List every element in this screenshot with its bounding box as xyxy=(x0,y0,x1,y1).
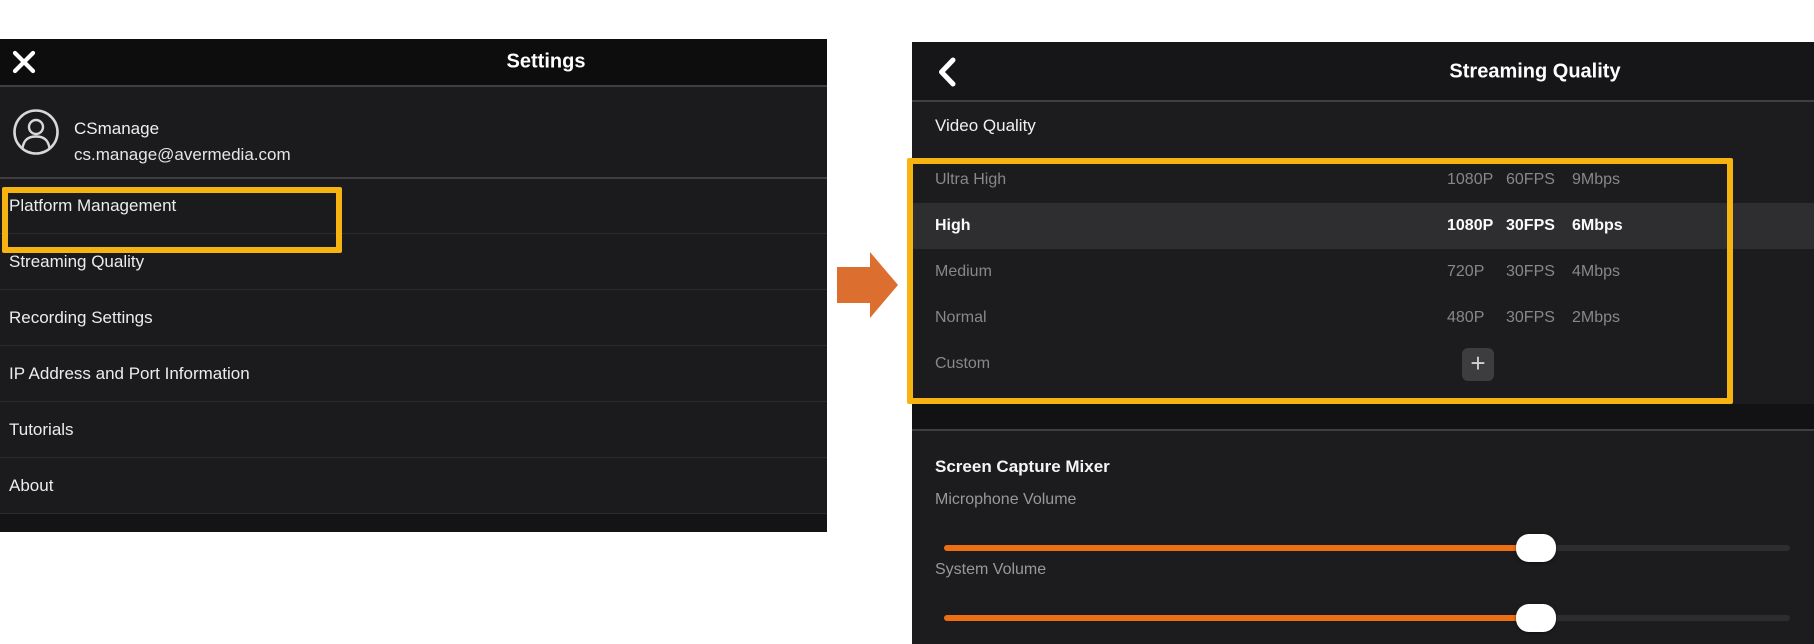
settings-header: Settings xyxy=(0,39,827,85)
quality-label: Normal xyxy=(935,309,987,327)
quality-row-normal[interactable]: Normal 480P 30FPS 2Mbps xyxy=(912,295,1814,341)
quality-resolution: 1080P xyxy=(1447,217,1493,235)
quality-fps: 60FPS xyxy=(1506,171,1555,189)
settings-menu: Platform Management Streaming Quality Re… xyxy=(0,178,827,514)
quality-bitrate: 2Mbps xyxy=(1572,309,1620,327)
slider-thumb[interactable] xyxy=(1516,534,1556,562)
slider-thumb[interactable] xyxy=(1516,604,1556,632)
account-email: cs.manage@avermedia.com xyxy=(74,145,291,165)
quality-fps: 30FPS xyxy=(1506,217,1555,235)
streaming-quality-screen: Streaming Quality Video Quality Ultra Hi… xyxy=(912,42,1814,644)
quality-option-list: Ultra High 1080P 60FPS 9Mbps High 1080P … xyxy=(912,157,1814,387)
quality-bitrate: 6Mbps xyxy=(1572,217,1623,235)
quality-bitrate: 4Mbps xyxy=(1572,263,1620,281)
quality-row-medium[interactable]: Medium 720P 30FPS 4Mbps xyxy=(912,249,1814,295)
quality-resolution: 720P xyxy=(1447,263,1484,281)
plus-icon: + xyxy=(1470,348,1485,378)
quality-row-ultra-high[interactable]: Ultra High 1080P 60FPS 9Mbps xyxy=(912,157,1814,203)
back-button[interactable] xyxy=(936,57,958,87)
menu-item-label: Platform Management xyxy=(9,196,176,216)
menu-item-tutorials[interactable]: Tutorials xyxy=(0,402,827,458)
menu-item-streaming-quality[interactable]: Streaming Quality xyxy=(0,234,827,290)
menu-item-ip-address[interactable]: IP Address and Port Information xyxy=(0,346,827,402)
person-icon xyxy=(12,108,60,156)
menu-item-label: Recording Settings xyxy=(9,308,153,328)
cropped-row xyxy=(0,514,827,532)
screenshot-stage: Settings CSmanage cs.manage@avermedia.co… xyxy=(0,0,1814,644)
streaming-header: Streaming Quality xyxy=(912,42,1814,100)
quality-fps: 30FPS xyxy=(1506,263,1555,281)
header-divider xyxy=(912,100,1814,102)
quality-resolution: 1080P xyxy=(1447,171,1493,189)
account-name: CSmanage xyxy=(74,119,159,139)
video-quality-section-label: Video Quality xyxy=(935,116,1036,136)
slider-fill xyxy=(944,615,1536,621)
avatar xyxy=(12,108,60,156)
page-title: Settings xyxy=(507,51,586,74)
arrow-right-icon xyxy=(837,252,899,319)
system-volume-slider[interactable] xyxy=(944,603,1790,633)
quality-bitrate: 9Mbps xyxy=(1572,171,1620,189)
menu-item-label: About xyxy=(9,476,53,496)
microphone-volume-label: Microphone Volume xyxy=(935,491,1076,509)
quality-label: High xyxy=(935,217,971,235)
menu-item-label: Tutorials xyxy=(9,420,74,440)
chevron-left-icon xyxy=(936,57,958,87)
microphone-volume-slider[interactable] xyxy=(944,533,1790,563)
page-title: Streaming Quality xyxy=(1449,61,1620,84)
menu-item-label: IP Address and Port Information xyxy=(9,364,250,384)
settings-screen: Settings CSmanage cs.manage@avermedia.co… xyxy=(0,39,827,532)
slider-fill xyxy=(944,545,1536,551)
close-icon xyxy=(11,49,37,75)
quality-label: Ultra High xyxy=(935,171,1006,189)
menu-item-label: Streaming Quality xyxy=(9,252,144,272)
quality-row-high[interactable]: High 1080P 30FPS 6Mbps xyxy=(912,203,1814,249)
section-gap xyxy=(912,404,1814,429)
system-volume-label: System Volume xyxy=(935,561,1046,579)
add-custom-quality-button[interactable]: + xyxy=(1462,348,1494,381)
account-row[interactable]: CSmanage cs.manage@avermedia.com xyxy=(0,87,827,177)
screen-capture-mixer-label: Screen Capture Mixer xyxy=(935,457,1110,477)
menu-item-about[interactable]: About xyxy=(0,458,827,514)
section-divider xyxy=(912,429,1814,431)
quality-resolution: 480P xyxy=(1447,309,1484,327)
quality-fps: 30FPS xyxy=(1506,309,1555,327)
menu-item-recording-settings[interactable]: Recording Settings xyxy=(0,290,827,346)
quality-row-custom[interactable]: Custom + xyxy=(912,341,1814,387)
menu-item-platform-management[interactable]: Platform Management xyxy=(0,178,827,234)
quality-label: Medium xyxy=(935,263,992,281)
quality-label: Custom xyxy=(935,355,990,373)
close-button[interactable] xyxy=(11,49,37,75)
